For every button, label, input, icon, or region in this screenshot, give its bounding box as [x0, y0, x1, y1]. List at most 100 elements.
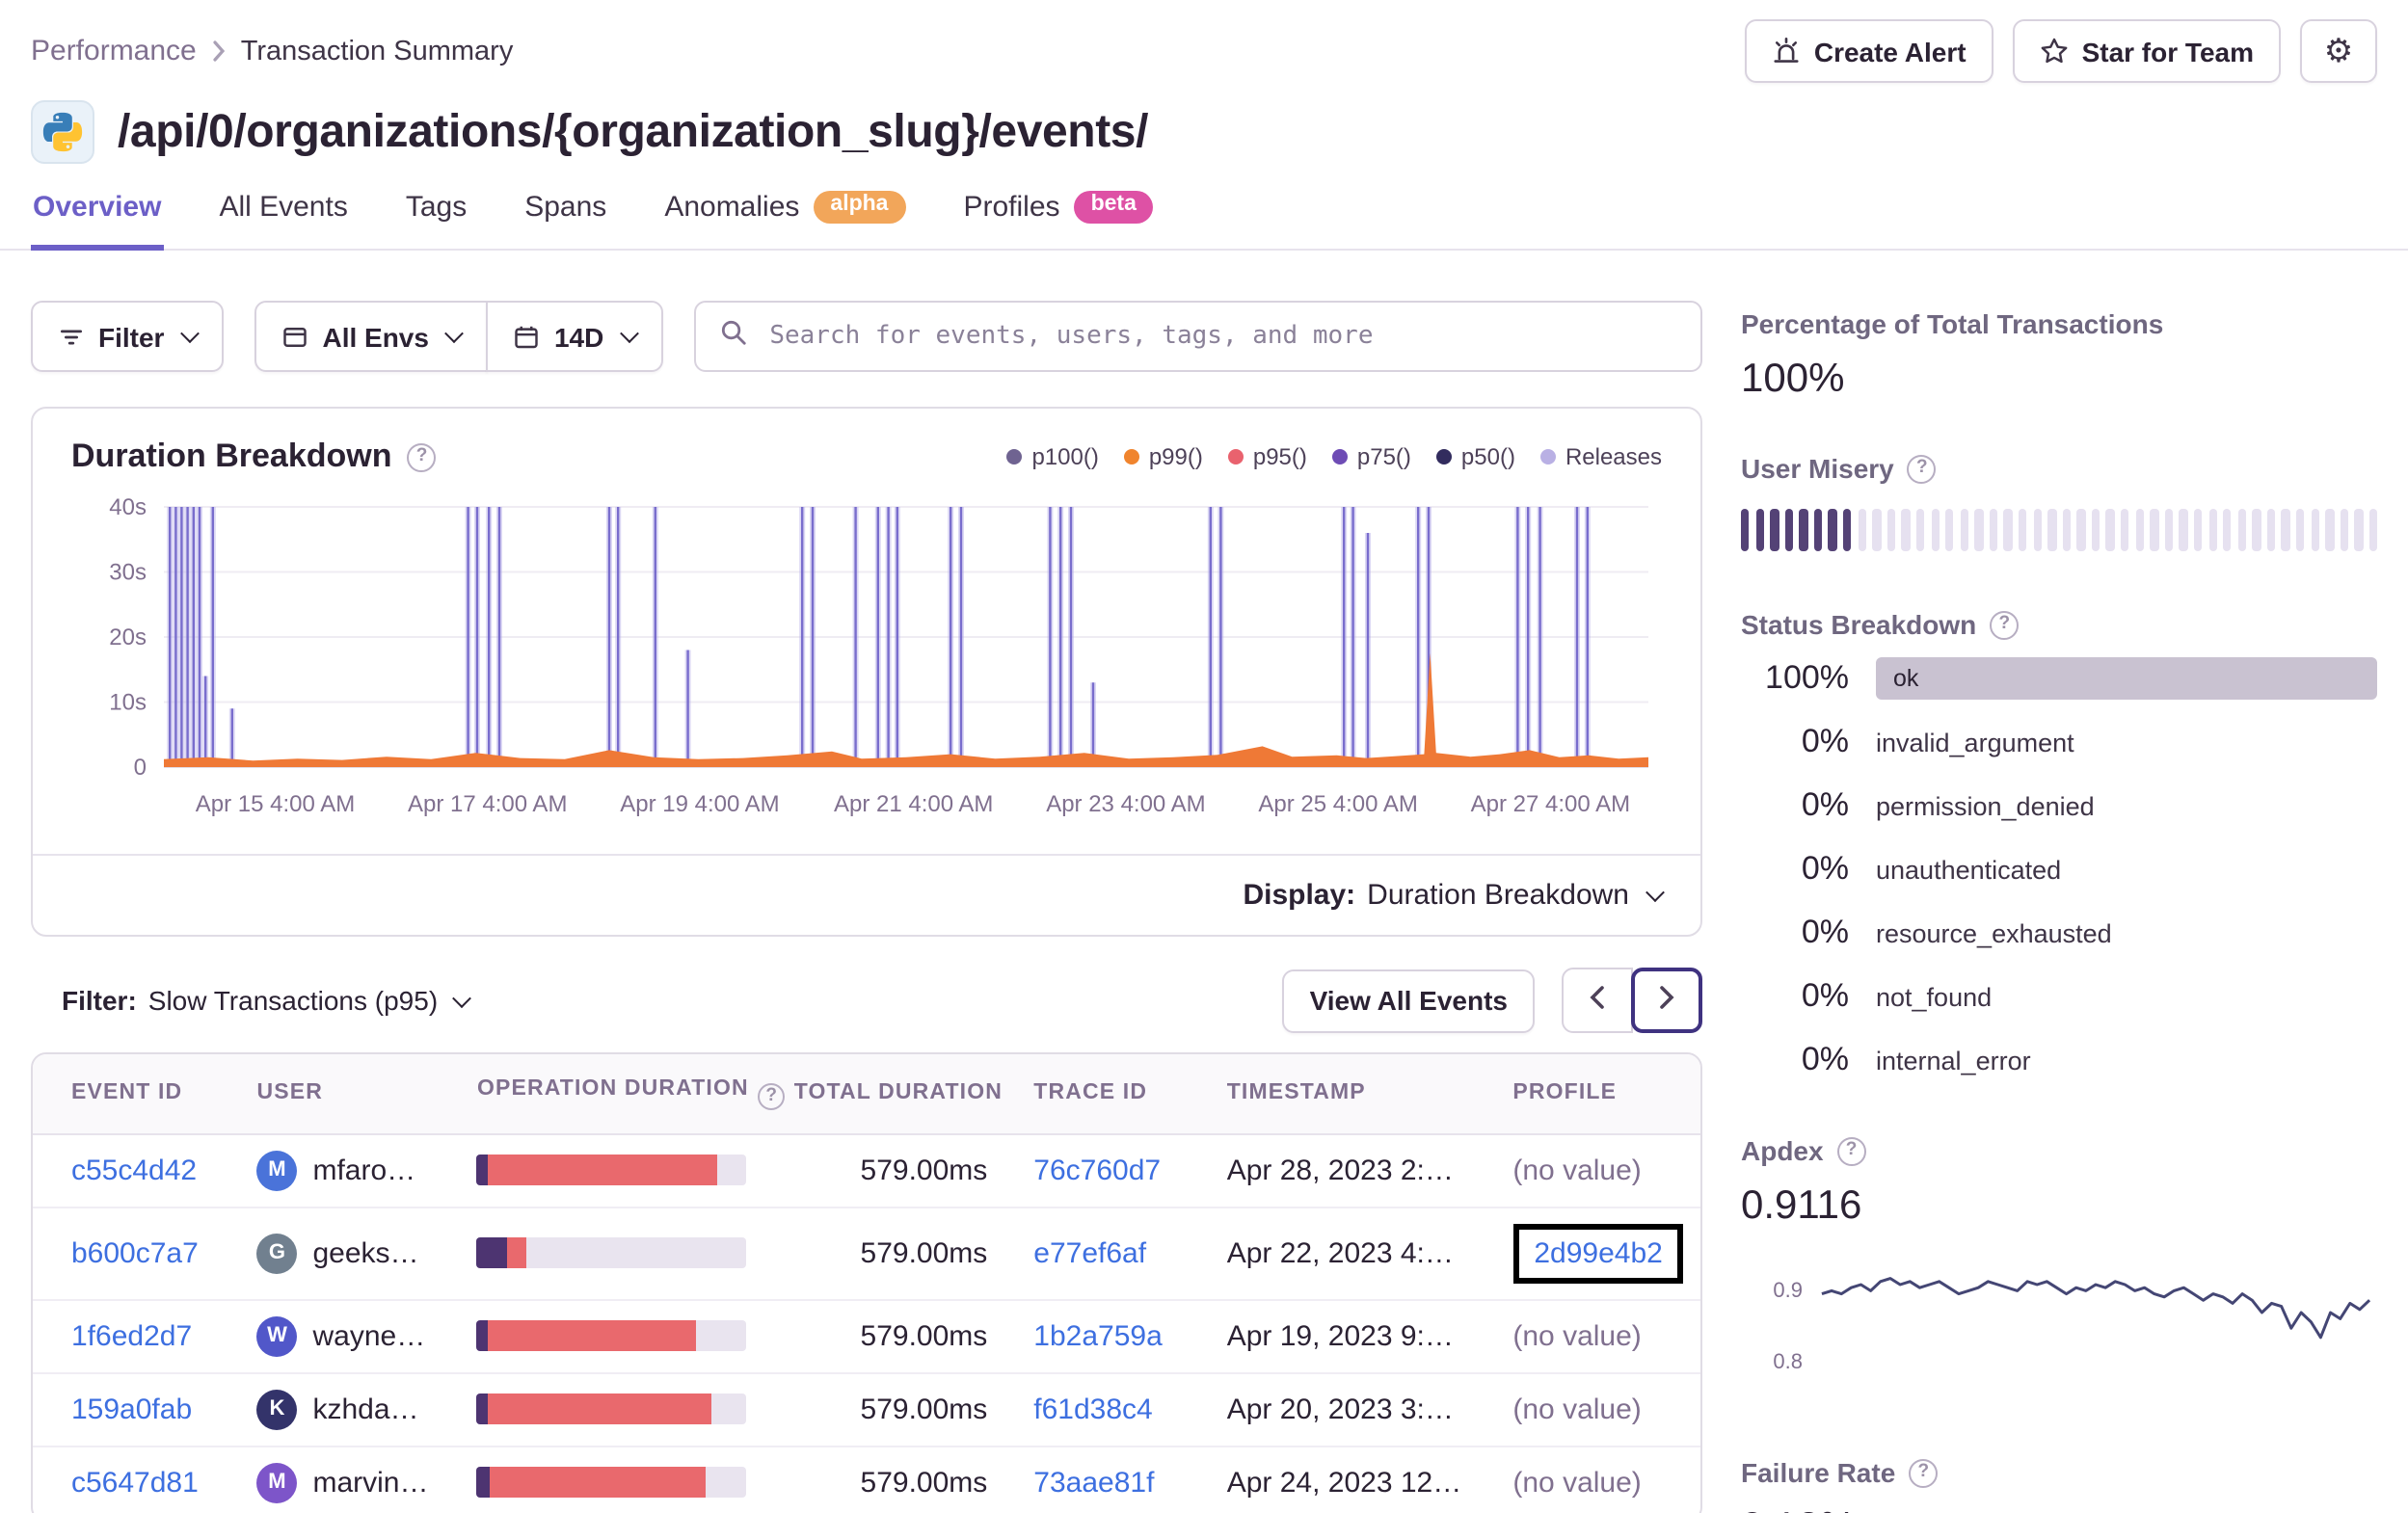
breadcrumb-performance[interactable]: Performance	[31, 35, 197, 67]
operation-duration-cell	[453, 1207, 771, 1301]
svg-text:Apr 23 4:00 AM: Apr 23 4:00 AM	[1046, 791, 1205, 817]
create-alert-button[interactable]: Create Alert	[1744, 19, 1993, 83]
tab-label: Anomalies	[664, 191, 800, 224]
date-range-dropdown[interactable]: 14D	[486, 301, 664, 372]
page-header: Performance Transaction Summary Create A…	[0, 0, 2408, 251]
next-page-button[interactable]	[1631, 968, 1702, 1033]
help-icon[interactable]	[1990, 610, 2020, 639]
legend-item-p100[interactable]: p100()	[1006, 443, 1099, 470]
user-name: kzhda…	[312, 1393, 419, 1426]
profile-cell: (no value)	[1489, 1133, 1700, 1208]
column-header-timestamp[interactable]: TIMESTAMP	[1203, 1054, 1490, 1135]
tab-all-events[interactable]: All Events	[217, 191, 349, 251]
event-id-link[interactable]: c5647d81	[71, 1467, 199, 1500]
misery-tick	[2237, 509, 2247, 551]
operation-duration-cell	[453, 1372, 771, 1447]
misery-tick	[1755, 509, 1764, 551]
trace-id-link[interactable]: 73aae81f	[1033, 1467, 1154, 1500]
tab-spans[interactable]: Spans	[522, 191, 608, 251]
help-icon[interactable]	[1909, 1458, 1939, 1487]
operation-duration-bar	[476, 1467, 747, 1499]
apdex-heading: Apdex	[1741, 1135, 2377, 1166]
user-avatar: M	[256, 1462, 298, 1503]
previous-page-button[interactable]	[1562, 968, 1633, 1033]
help-icon[interactable]	[758, 1082, 786, 1110]
python-icon	[31, 100, 94, 164]
legend-item-Releases[interactable]: Releases	[1539, 443, 1662, 470]
duration-breakdown-chart[interactable]: 40s 30s 20s 10s 0 Apr 15 4:00 AM Apr 17 4:00 A…	[71, 491, 1658, 835]
star-for-team-button[interactable]: Star for Team	[2012, 19, 2281, 83]
events-toolbar: Filter: Slow Transactions (p95) View All…	[31, 968, 1702, 1033]
search-bar	[694, 301, 1702, 372]
status-row-not_found: 0% not_found	[1741, 971, 2377, 1022]
timestamp-cell: Apr 19, 2023 9:3…	[1203, 1299, 1490, 1374]
trace-id-link[interactable]: 1b2a759a	[1033, 1320, 1163, 1353]
legend-dot	[1331, 449, 1348, 465]
trace-id-link[interactable]: 76c760d7	[1033, 1155, 1161, 1187]
legend-item-p75[interactable]: p75()	[1331, 443, 1411, 470]
events-filter-value: Slow Transactions (p95)	[147, 985, 439, 1016]
legend-item-p50[interactable]: p50()	[1435, 443, 1515, 470]
tab-anomalies[interactable]: Anomalies alpha	[662, 191, 907, 251]
status-percentage: 0%	[1801, 914, 1849, 950]
apdex-tick-09: 0.9	[1773, 1279, 1803, 1303]
settings-button[interactable]: ⚙	[2300, 19, 2377, 83]
column-header-label: OPERATION DURATION	[476, 1077, 749, 1101]
help-icon[interactable]	[407, 442, 437, 471]
chart-title: Duration Breakdown	[71, 438, 392, 474]
failure-rate-heading: Failure Rate	[1741, 1457, 2377, 1488]
operation-duration-bar	[476, 1155, 747, 1186]
misery-tick	[2208, 509, 2217, 551]
column-header-total-duration[interactable]: TOTAL DURATION	[770, 1054, 1011, 1135]
calendar-icon	[514, 323, 541, 350]
event-id-link[interactable]: 1f6ed2d7	[71, 1320, 192, 1353]
status-breakdown-section: Status Breakdown 100% ok 0% invalid_argumen…	[1741, 609, 2377, 1085]
event-id-link[interactable]: 159a0fab	[71, 1394, 192, 1426]
event-id-cell: 1f6ed2d7	[33, 1299, 234, 1374]
misery-tick	[2340, 509, 2349, 551]
svg-text:Apr 25 4:00 AM: Apr 25 4:00 AM	[1258, 791, 1417, 817]
filter-dropdown[interactable]: Filter	[31, 301, 225, 372]
event-id-link[interactable]: b600c7a7	[71, 1237, 199, 1270]
search-input[interactable]	[765, 320, 1677, 353]
legend-dot	[1435, 449, 1452, 465]
status-row-resource_exhausted: 0% resource_exhausted	[1741, 908, 2377, 958]
legend-label: p95()	[1252, 443, 1307, 470]
misery-tick	[2368, 509, 2378, 551]
svg-text:Apr 21 4:00 AM: Apr 21 4:00 AM	[834, 791, 993, 817]
event-id-link[interactable]: c55c4d42	[71, 1155, 197, 1187]
legend-item-p95[interactable]: p95()	[1227, 443, 1307, 470]
column-header-trace-id[interactable]: TRACE ID	[1010, 1054, 1204, 1135]
view-all-events-button[interactable]: View All Events	[1282, 969, 1535, 1032]
user-cell-wrap: Mmarvin…	[233, 1446, 454, 1513]
tab-tags[interactable]: Tags	[404, 191, 468, 251]
misery-tick	[2281, 509, 2290, 551]
help-icon[interactable]	[1836, 1136, 1866, 1165]
environment-dropdown[interactable]: All Envs	[254, 301, 489, 372]
trace-id-link[interactable]: e77ef6af	[1033, 1237, 1146, 1270]
column-header-event-id[interactable]: EVENT ID	[33, 1054, 234, 1135]
svg-text:10s: 10s	[109, 690, 147, 716]
user-cell: Wwayne.…	[256, 1315, 431, 1357]
column-header-profile[interactable]: PROFILE	[1489, 1054, 1700, 1135]
status-label: internal_error	[1876, 1046, 2031, 1075]
display-dropdown[interactable]: Duration Breakdown	[1367, 879, 1665, 912]
misery-tick	[2091, 509, 2100, 551]
apdex-tick-08: 0.8	[1773, 1350, 1803, 1374]
tab-bar: Overview All Events Tags Spans Anomalies alph…	[0, 164, 2408, 251]
column-header-user[interactable]: USER	[233, 1054, 454, 1135]
user-name: geeks…	[312, 1236, 419, 1270]
slow-transactions-filter-dropdown[interactable]: Filter: Slow Transactions (p95)	[31, 973, 484, 1027]
column-header-operation-duration[interactable]: OPERATION DURATION	[453, 1054, 786, 1135]
tab-overview[interactable]: Overview	[31, 191, 164, 251]
profile-id-link[interactable]: 2d99e4b2	[1512, 1223, 1684, 1284]
status-percentage: 0%	[1801, 977, 1849, 1014]
status-percentage: 0%	[1801, 723, 1849, 759]
total-duration-cell: 579.00ms	[770, 1446, 1011, 1513]
status-label: resource_exhausted	[1876, 918, 2112, 947]
legend-item-p99[interactable]: p99()	[1123, 443, 1203, 470]
trace-id-link[interactable]: f61d38c4	[1033, 1394, 1152, 1426]
help-icon[interactable]	[1907, 454, 1937, 483]
status-breakdown-title: Status Breakdown	[1741, 609, 1977, 640]
tab-profiles[interactable]: Profiles beta	[962, 191, 1156, 251]
